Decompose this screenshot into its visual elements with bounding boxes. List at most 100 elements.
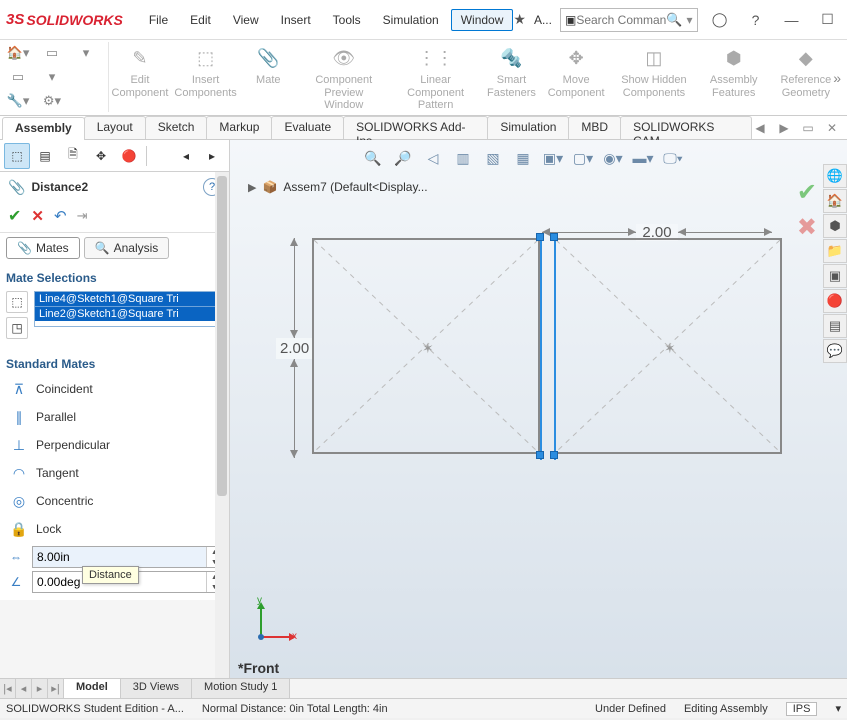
pin-button[interactable]: ⇥ xyxy=(77,208,88,224)
flyout-expand-icon[interactable]: ▶ xyxy=(248,181,256,194)
selection-list[interactable]: Line4@Sketch1@Square Tri Line2@Sketch1@S… xyxy=(34,291,223,327)
ribbon-assembly-features[interactable]: ⬢Assembly Features xyxy=(699,42,769,101)
ribbon-show-hidden[interactable]: ◫Show Hidden Components xyxy=(609,42,699,101)
user-icon[interactable]: ◯ xyxy=(706,6,734,34)
taskpane-home-icon[interactable]: 🏠 xyxy=(823,189,847,213)
selected-edge-2[interactable] xyxy=(554,236,556,460)
open-icon[interactable]: ▭ xyxy=(38,42,66,64)
confirm-cancel-icon[interactable]: ✖ xyxy=(797,213,817,242)
save-icon[interactable]: ▾ xyxy=(72,42,100,64)
tree-tab-config[interactable]: 🗎 xyxy=(60,143,86,169)
view-cube-icon[interactable]: ▣▾ xyxy=(540,146,566,170)
endpoint[interactable] xyxy=(536,233,544,241)
pm-scroll-thumb[interactable] xyxy=(217,176,227,496)
menu-tools[interactable]: Tools xyxy=(323,9,371,31)
tab-mbd[interactable]: MBD xyxy=(568,116,621,139)
menu-insert[interactable]: Insert xyxy=(271,9,321,31)
display-style-icon[interactable]: ▧ xyxy=(480,146,506,170)
help-icon[interactable]: ? xyxy=(742,6,770,34)
menu-window[interactable]: Window xyxy=(451,9,514,31)
sketch-rect-right[interactable]: ✶ xyxy=(554,238,782,454)
subtab-analysis[interactable]: 🔍Analysis xyxy=(84,237,170,259)
confirm-ok-icon[interactable]: ✔ xyxy=(797,178,817,207)
selection-item-2[interactable]: Line2@Sketch1@Square Tri xyxy=(35,306,222,321)
ribbon-insert-components[interactable]: ⬚Insert Components xyxy=(171,42,240,101)
zoom-fit-icon[interactable]: 🔍 xyxy=(360,146,386,170)
sketch-rect-left[interactable]: ✶ xyxy=(312,238,540,454)
ribbon-mate[interactable]: 📎Mate xyxy=(240,42,296,89)
render-icon[interactable]: ▬▾ xyxy=(630,146,656,170)
scene-icon[interactable]: ◉▾ xyxy=(600,146,626,170)
tree-tab-appearance[interactable]: 🔴 xyxy=(116,143,142,169)
panel-right-icon[interactable]: ▶ xyxy=(775,121,793,135)
ok-button[interactable]: ✔ xyxy=(8,206,21,226)
menu-file[interactable]: File xyxy=(139,9,178,31)
mate-lock[interactable]: 🔒Lock xyxy=(6,515,223,543)
tab-layout[interactable]: Layout xyxy=(84,116,146,139)
mate-perpendicular[interactable]: ⊥Perpendicular xyxy=(6,431,223,459)
endpoint[interactable] xyxy=(550,451,558,459)
search-dropdown-icon[interactable]: ▾ xyxy=(683,13,693,27)
mate-coincident[interactable]: ⊼Coincident xyxy=(6,375,223,403)
tree-tab-dim[interactable]: ✥ xyxy=(88,143,114,169)
tab-evaluate[interactable]: Evaluate xyxy=(271,116,344,139)
subtab-mates[interactable]: 📎Mates xyxy=(6,237,80,259)
btab-3dviews[interactable]: 3D Views xyxy=(121,679,192,698)
panel-restore-icon[interactable]: ▭ xyxy=(799,121,817,135)
taskpane-library-icon[interactable]: 📁 xyxy=(823,239,847,263)
vertical-dimension[interactable]: 2.00 xyxy=(276,238,313,458)
menu-view[interactable]: View xyxy=(223,9,269,31)
units-selector[interactable]: IPS xyxy=(786,702,818,716)
taskpane-property-icon[interactable]: ▤ xyxy=(823,314,847,338)
selected-edge-1[interactable] xyxy=(540,236,542,460)
status-more-icon[interactable]: ▾ xyxy=(835,702,841,715)
view-orient-icon[interactable]: ▢▾ xyxy=(570,146,596,170)
more-icon[interactable]: ▾ xyxy=(38,66,66,88)
prev-view-icon[interactable]: ◁ xyxy=(420,146,446,170)
ribbon-smart-fasteners[interactable]: 🔩Smart Fasteners xyxy=(480,42,543,101)
tree-tab-feature[interactable]: ⬚ xyxy=(4,143,30,169)
menu-simulation[interactable]: Simulation xyxy=(373,9,449,31)
ribbon-edit-component[interactable]: ✎Edit Component xyxy=(109,42,171,101)
endpoint[interactable] xyxy=(550,233,558,241)
taskpane-view-icon[interactable]: ▣ xyxy=(823,264,847,288)
mate-tangent[interactable]: ◠Tangent xyxy=(6,459,223,487)
star-icon[interactable]: ★ xyxy=(513,11,526,28)
section-view-icon[interactable]: ▥ xyxy=(450,146,476,170)
taskpane-design-icon[interactable]: ⬢ xyxy=(823,214,847,238)
btab-motion[interactable]: Motion Study 1 xyxy=(192,679,290,698)
btab-next-icon[interactable]: ▸ xyxy=(32,679,48,698)
endpoint[interactable] xyxy=(536,451,544,459)
new-doc-icon[interactable]: 🏠▾ xyxy=(4,42,32,64)
ribbon-linear-pattern[interactable]: ⋮⋮Linear Component Pattern xyxy=(391,42,480,114)
mate-concentric[interactable]: ◎Concentric xyxy=(6,487,223,515)
search-commands[interactable]: ▣ 🔍 ▾ xyxy=(560,8,698,32)
minimize-button[interactable]: — xyxy=(778,6,806,34)
ribbon-component-preview[interactable]: 👁Component Preview Window xyxy=(296,42,391,114)
tab-addins[interactable]: SOLIDWORKS Add-Ins xyxy=(343,116,488,139)
tab-assembly[interactable]: Assembly xyxy=(2,117,85,140)
selection-type-icon[interactable]: ◳ xyxy=(6,317,28,339)
maximize-button[interactable]: ☐ xyxy=(814,6,842,34)
options-icon[interactable]: ⚙▾ xyxy=(38,90,66,112)
tab-sketch[interactable]: Sketch xyxy=(145,116,208,139)
screen-icon[interactable]: 🖵▾ xyxy=(660,146,686,170)
ribbon-overflow-icon[interactable]: » xyxy=(833,70,841,86)
mate-parallel[interactable]: ∥Parallel xyxy=(6,403,223,431)
panel-left-icon[interactable]: ◀ xyxy=(751,121,769,135)
tree-tab-property[interactable]: ▤ xyxy=(32,143,58,169)
search-icon[interactable]: 🔍 xyxy=(666,12,682,28)
menu-edit[interactable]: Edit xyxy=(180,9,221,31)
ribbon-move-component[interactable]: ✥Move Component xyxy=(543,42,609,101)
cancel-button[interactable]: ✕ xyxy=(31,207,44,225)
tab-markup[interactable]: Markup xyxy=(206,116,272,139)
tree-nav-left[interactable]: ◂ xyxy=(173,143,199,169)
panel-close-icon[interactable]: ✕ xyxy=(823,121,841,135)
ribbon-reference-geometry[interactable]: ◆Reference Geometry xyxy=(769,42,843,101)
taskpane-appearance-icon[interactable]: 🔴 xyxy=(823,289,847,313)
rebuild-icon[interactable]: 🔧▾ xyxy=(4,90,32,112)
search-input[interactable] xyxy=(576,13,666,27)
flyout-tree-header[interactable]: ▶ 📦 Assem7 (Default<Display... xyxy=(248,180,428,194)
undo-button[interactable]: ↶ xyxy=(54,207,67,225)
btab-first-icon[interactable]: |◂ xyxy=(0,679,16,698)
